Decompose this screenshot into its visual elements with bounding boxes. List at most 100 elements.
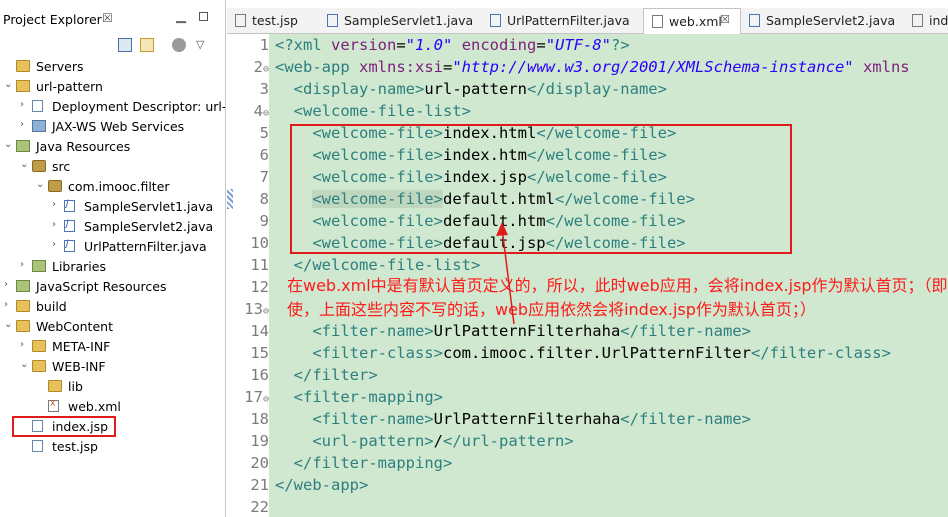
line-number: 11 [233, 256, 269, 274]
view-menu-chevron-down-icon[interactable]: ▽ [196, 38, 210, 52]
tab-1[interactable]: test.jsp [227, 8, 319, 34]
collapsed-chevron-icon[interactable]: › [4, 299, 14, 310]
code-token: </welcome-file> [536, 124, 677, 142]
collapsed-chevron-icon[interactable]: › [20, 339, 30, 350]
code-token: xmlns [862, 58, 910, 76]
tab-3[interactable]: UrlPatternFilter.java [482, 8, 643, 34]
tree-item[interactable]: › JavaScript Resources [0, 276, 225, 296]
code-token: <welcome-file-list> [293, 102, 471, 120]
collapsed-chevron-icon[interactable]: › [20, 259, 30, 270]
expanded-chevron-icon[interactable]: ⌄ [20, 359, 30, 370]
code-token: <welcome-file> [312, 168, 443, 186]
tree-item[interactable]: › SampleServlet2.java [0, 216, 225, 236]
code-token: "http://www.w3.org/2001/XMLSchema-instan… [452, 58, 854, 76]
tab-label: web.xml [669, 14, 722, 29]
project-explorer-header: Project Explorer ☒ ▁ [0, 8, 225, 32]
tab-5[interactable]: SampleServlet2.java [741, 8, 904, 34]
tree-item[interactable]: lib [0, 376, 225, 396]
tree-item[interactable]: › build [0, 296, 225, 316]
tree-item[interactable]: › JAX-WS Web Services [0, 116, 225, 136]
code-token: = [443, 58, 453, 76]
tab-4[interactable]: web.xml ☒ [643, 8, 741, 34]
code-token: url-pattern [424, 80, 527, 98]
code-line: <welcome-file-list> [275, 102, 471, 120]
line-number: 9 [233, 212, 269, 230]
code-line: <welcome-file>index.jsp</welcome-file> [275, 168, 667, 186]
tree-item[interactable]: › META-INF [0, 336, 225, 356]
link-with-editor-icon[interactable] [140, 38, 154, 52]
package-icon [48, 180, 62, 192]
line-number: 2⊖ [233, 58, 269, 76]
code-token: default.jsp [442, 234, 546, 252]
code-token: </welcome-file> [545, 234, 686, 252]
tree-item[interactable]: Servers [0, 56, 225, 76]
code-token: = [396, 36, 406, 54]
line-number-text: 12 [250, 278, 269, 296]
code-token: <?xml [275, 36, 331, 54]
tab-label: SampleServlet2.java [766, 13, 896, 28]
expanded-chevron-icon[interactable]: ⌄ [20, 159, 30, 170]
code-token: = [536, 36, 546, 54]
code-line: <url-pattern>/</url-pattern> [275, 432, 573, 450]
tree-item[interactable]: ⌄ WebContent [0, 316, 225, 336]
tree-item[interactable]: › SampleServlet1.java [0, 196, 225, 216]
collapsed-chevron-icon[interactable]: › [20, 99, 30, 110]
collapsed-chevron-icon[interactable]: › [52, 239, 62, 250]
minimize-icon[interactable]: ▁ [176, 9, 186, 24]
xml-editor[interactable]: 1 2⊖ 3 4⊖ 5 6 7 8 9 10 11 12 13⊖ 14 15 16 17⊖ 18 19 20 21 22 … [227, 34, 948, 517]
project-explorer-title[interactable]: Project Explorer [3, 12, 102, 27]
expanded-chevron-icon[interactable]: ⌄ [36, 179, 46, 190]
collapsed-chevron-icon[interactable]: › [52, 199, 62, 210]
code-line: </welcome-file-list> [275, 256, 481, 274]
xml-file-icon [652, 15, 663, 28]
tree-item[interactable]: test.jsp [0, 436, 225, 456]
code-line: </web-app> [275, 476, 368, 494]
tab-label: test.jsp [252, 13, 298, 28]
eclipse-window: Project Explorer ☒ ▁ ▽ Servers ⌄ url-patte… [0, 0, 948, 517]
line-number-text: 14 [250, 322, 269, 340]
tree-item[interactable]: ⌄ url-pattern [0, 76, 225, 96]
close-tab-icon[interactable]: ☒ [720, 13, 730, 26]
close-view-icon[interactable]: ☒ [102, 11, 113, 25]
tab-6[interactable]: ind [904, 8, 948, 34]
maximize-icon[interactable] [199, 12, 208, 21]
line-number-text: 3 [259, 80, 269, 98]
code-line: <filter-name>UrlPatternFilterhaha</filte… [275, 322, 751, 340]
collapsed-chevron-icon[interactable]: › [4, 279, 14, 290]
code-token: index.html [442, 124, 537, 142]
collapsed-chevron-icon[interactable]: › [20, 119, 30, 130]
tree-item[interactable]: › Deployment Descriptor: url-patt [0, 96, 225, 116]
focus-on-active-task-icon[interactable] [172, 38, 186, 52]
tree-item-label: Libraries [52, 259, 106, 274]
expanded-chevron-icon[interactable]: ⌄ [4, 79, 14, 90]
expanded-chevron-icon[interactable]: ⌄ [4, 139, 14, 150]
tree-item[interactable]: ⌄ WEB-INF [0, 356, 225, 376]
code-token: "UTF-8" [545, 36, 612, 54]
tree-item-label: web.xml [68, 399, 121, 414]
tab-label: ind [929, 13, 948, 28]
line-number-text: 21 [250, 476, 269, 494]
tab-2[interactable]: SampleServlet1.java [319, 8, 482, 34]
code-token: encoding [461, 36, 537, 54]
code-token: <filter-class> [312, 344, 443, 362]
tree-item[interactable]: web.xml [0, 396, 225, 416]
tree-item[interactable]: › UrlPatternFilter.java [0, 236, 225, 256]
line-number-text: 13 [244, 300, 263, 318]
code-token: </filter> [293, 366, 378, 384]
tree-item[interactable]: ⌄ Java Resources [0, 136, 225, 156]
code-line: <filter-mapping> [275, 388, 443, 406]
java-resources-icon [16, 140, 30, 152]
expanded-chevron-icon[interactable]: ⌄ [4, 319, 14, 330]
code-area[interactable]: <?xml version="1.0" encoding="UTF-8"?> <w… [269, 34, 948, 517]
tree-item[interactable]: ⌄ src [0, 156, 225, 176]
line-number-text: 5 [259, 124, 269, 142]
code-token: </welcome-file> [545, 212, 686, 230]
tree-item[interactable]: ⌄ com.imooc.filter [0, 176, 225, 196]
tree-item[interactable]: › Libraries [0, 256, 225, 276]
line-number: 13⊖ [233, 300, 269, 318]
collapsed-chevron-icon[interactable]: › [52, 219, 62, 230]
collapse-all-icon[interactable] [118, 38, 132, 52]
